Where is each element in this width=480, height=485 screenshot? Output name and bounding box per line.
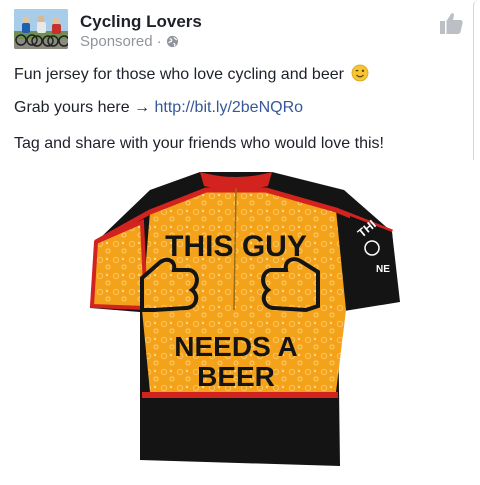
post-line-1-text: Fun jersey for those who love cycling an… <box>14 66 344 83</box>
jersey-text-top: THIS GUY <box>165 230 307 263</box>
right-edge-divider <box>473 0 480 172</box>
post-meta: Sponsored · <box>80 33 179 50</box>
post-line-2-prefix: Grab yours here → <box>14 99 151 116</box>
product-image[interactable]: THIS GUY NEEDS A BEER THI NE <box>0 160 480 480</box>
post-line-3: Tag and share with your friends who woul… <box>14 135 384 152</box>
page-name[interactable]: Cycling Lovers <box>80 12 202 32</box>
thumbs-up-icon[interactable] <box>438 11 464 35</box>
jersey-text-bottom: BEER <box>197 361 275 392</box>
sponsored-label[interactable]: Sponsored <box>80 33 153 50</box>
winking-face-emoji-icon <box>352 64 369 82</box>
cycling-jersey-image: THIS GUY NEEDS A BEER THI NE <box>0 160 480 480</box>
post-header: Cycling Lovers Sponsored · <box>14 9 466 53</box>
page-avatar[interactable] <box>14 9 68 49</box>
meta-separator: · <box>156 33 162 50</box>
jersey-text-mid: NEEDS A <box>174 331 297 362</box>
sleeve-text-bottom: NE <box>376 264 390 275</box>
cyclists-photo-icon <box>14 9 68 49</box>
product-link[interactable]: http://bit.ly/2beNQRo <box>155 99 304 116</box>
post-line-1: Fun jersey for those who love cycling an… <box>14 64 369 85</box>
globe-icon <box>166 35 178 48</box>
post-line-2: Grab yours here → http://bit.ly/2beNQRo <box>14 98 303 118</box>
